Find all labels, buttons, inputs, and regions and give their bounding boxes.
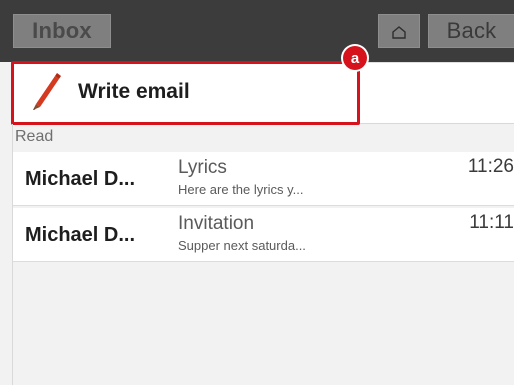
message-time: 11:11: [469, 212, 514, 233]
read-section-label: Read: [15, 128, 54, 145]
message-time: 11:26: [467, 156, 514, 177]
message-subject: Lyrics: [178, 157, 227, 178]
callout-badge-label: a: [350, 49, 360, 67]
back-button-label: Back: [446, 18, 497, 43]
write-email-highlight: [11, 61, 360, 125]
top-bar: Inbox Back: [0, 0, 514, 62]
callout-badge: a: [343, 46, 367, 70]
inbox-button[interactable]: Inbox: [13, 14, 111, 48]
message-row[interactable]: Michael D... Lyrics Here are the lyrics …: [13, 152, 514, 206]
email-app-screen: Inbox Back Write email a Read Michael D.…: [0, 0, 514, 385]
home-button[interactable]: [378, 14, 420, 48]
home-icon: [392, 26, 406, 39]
message-preview: Supper next saturda...: [178, 238, 306, 253]
message-preview: Here are the lyrics y...: [178, 182, 304, 197]
back-button[interactable]: Back: [428, 14, 514, 48]
message-sender: Michael D...: [25, 168, 136, 190]
message-subject: Invitation: [178, 213, 255, 234]
message-sender: Michael D...: [25, 224, 136, 246]
inbox-button-label: Inbox: [32, 18, 92, 43]
message-row[interactable]: Michael D... Invitation Supper next satu…: [13, 208, 514, 262]
